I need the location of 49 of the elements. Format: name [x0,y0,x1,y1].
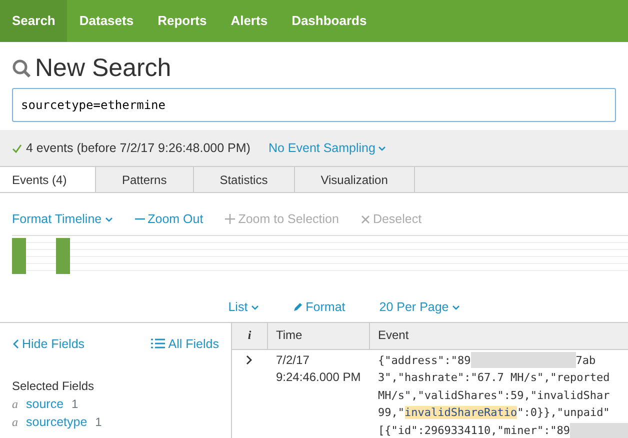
field-link[interactable]: sourcetype [26,413,88,432]
event-text: 99," [378,406,404,420]
plus-icon [225,214,236,224]
all-fields-link[interactable]: All Fields [151,334,219,354]
timeline-action[interactable]: Zoom Out [134,210,204,229]
caret-icon [250,304,259,311]
list-icon [151,338,166,350]
nav-tab[interactable]: Reports [146,0,219,42]
caret-icon [452,304,460,311]
field-count: 1 [72,396,78,414]
field-link[interactable]: source [26,395,64,414]
check-icon [12,144,22,152]
caret-icon [378,144,386,152]
results-tab[interactable]: Events (4) [0,167,96,192]
event-text: 3","hashrate":"67.7 MH/s","reported [378,371,610,384]
event-text: 7ab [576,354,596,366]
column-header: Time [268,322,370,349]
field-type: a [12,396,18,414]
event-text: [{"id":2969334110,"miner":"89 [378,424,570,437]
sampling-dropdown[interactable]: No Event Sampling [268,138,386,158]
view-option[interactable]: Format [292,298,346,316]
nav-tab[interactable]: Search [0,0,68,42]
highlighted-term: invalidShareRatio [404,406,518,420]
close-icon [360,214,370,224]
nav-tab[interactable]: Datasets [67,0,146,42]
status-text: 4 events (before 7/2/17 9:26:48.000 PM) [26,140,250,157]
pencil-icon [292,302,303,312]
caret-icon [104,216,113,223]
field-type: a [12,414,18,432]
timeline-action[interactable]: Format Timeline [12,210,113,229]
event-text: ":0}},"unpaid" [517,406,610,420]
search-icon [12,58,31,78]
field-count: 1 [95,414,102,432]
event-text: {"address":"89 [378,354,471,366]
chevron-left-icon [12,338,19,349]
event-time: 9:24:46.000 PM [276,369,362,386]
event-time: 7/2/17 [276,352,310,368]
search-field[interactable]: sourcetype=ethermine [12,88,616,122]
nav-tab[interactable]: Alerts [218,0,280,42]
event-text: MH/s","validShares":59,"invalidShar [378,388,610,402]
view-option[interactable]: 20 Per Page [379,298,460,316]
nav-tab[interactable]: Dashboards [280,0,379,42]
page-title: New Search [35,53,172,83]
column-header: i [232,322,268,349]
timeline-chart[interactable] [12,234,628,273]
hide-fields-link[interactable]: Hide Fields [12,334,85,354]
view-option[interactable]: List [228,298,259,316]
column-header: Event [370,322,628,349]
fields-heading: Selected Fields [12,378,96,396]
